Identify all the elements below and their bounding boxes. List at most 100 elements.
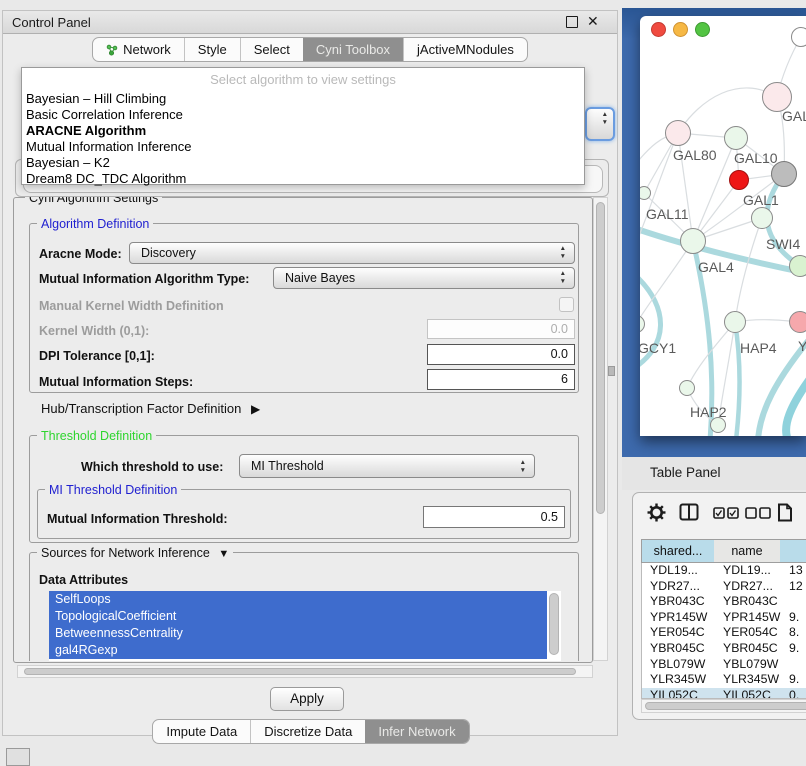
table-cell[interactable]: YPR145W	[642, 610, 716, 626]
network-node-gal1[interactable]	[751, 207, 773, 229]
mi-steps-field[interactable]: 6	[427, 369, 575, 390]
table-cell[interactable]: YER054C	[642, 625, 716, 641]
panel-splitter-handle[interactable]	[608, 366, 615, 376]
table-cell[interactable]: YIL052C	[642, 688, 716, 699]
network-node-hap2[interactable]	[679, 380, 695, 396]
table-cell[interactable]: 0.	[781, 688, 806, 699]
table-cell[interactable]: YDR27...	[715, 579, 782, 595]
network-edges	[640, 16, 806, 436]
mi-threshold-definition-title: MI Threshold Definition	[45, 483, 181, 497]
aracne-mode-combo[interactable]: Discovery ▲▼	[129, 242, 575, 264]
table-cell[interactable]: 9.	[781, 610, 806, 626]
algorithm-option[interactable]: Dream8 DC_TDC Algorithm	[26, 171, 186, 186]
table-cell[interactable]: 9.	[781, 672, 806, 688]
column-header-shared[interactable]: shared...	[641, 539, 715, 563]
network-node-gal4[interactable]	[680, 228, 706, 254]
column-header-3[interactable]	[780, 539, 806, 563]
table-cell[interactable]: YIL052C	[715, 688, 782, 699]
tab-select[interactable]: Select	[240, 38, 303, 61]
mi-threshold-field[interactable]: 0.5	[423, 506, 565, 528]
table-cell[interactable]	[781, 594, 806, 610]
tab-infer-network[interactable]: Infer Network	[365, 720, 468, 743]
table-cell[interactable]: YBL079W	[715, 657, 782, 673]
sources-title: Sources for Network Inference ▼	[37, 546, 233, 560]
settings-vertical-scrollbar[interactable]	[593, 197, 608, 661]
table-cell[interactable]: 9.	[781, 641, 806, 657]
settings-horizontal-scrollbar[interactable]	[17, 665, 593, 678]
mi-algorithm-type-combo[interactable]: Naive Bayes ▲▼	[273, 267, 575, 289]
table-cell[interactable]: YPR145W	[715, 610, 782, 626]
focused-combo-fragment[interactable]: ▲▼	[585, 107, 615, 141]
tab-cyni-toolbox[interactable]: Cyni Toolbox	[303, 38, 403, 61]
manual-kernel-width-checkbox[interactable]	[559, 297, 574, 312]
algorithm-option-selected[interactable]: ARACNE Algorithm	[26, 123, 146, 138]
apply-button[interactable]: Apply	[270, 687, 344, 711]
settings-vscroll-thumb[interactable]	[596, 202, 605, 514]
desktop-background: GAL GAL80 GAL10 GAL11 GAL1 GAL4 SWI4 GCY…	[622, 8, 806, 457]
float-window-icon[interactable]	[566, 16, 578, 28]
node-label: GAL4	[698, 259, 734, 275]
network-node-gal80[interactable]	[665, 120, 691, 146]
gear-icon[interactable]	[647, 503, 666, 522]
node-label: GAL11	[646, 206, 689, 222]
attribute-item[interactable]: BetweennessCentrality	[49, 625, 547, 642]
table-cell[interactable]	[781, 657, 806, 673]
settings-hscroll-thumb[interactable]	[24, 668, 576, 675]
network-node-hap4[interactable]	[724, 311, 746, 333]
spinner-arrows-icon: ▲▼	[520, 459, 526, 475]
tab-style[interactable]: Style	[184, 38, 240, 61]
algorithm-option[interactable]: Bayesian – Hill Climbing	[26, 91, 166, 106]
table-cell[interactable]: YBR043C	[642, 594, 716, 610]
network-node-swi4[interactable]	[789, 255, 806, 277]
node-label: GAL	[782, 108, 806, 124]
attribute-item[interactable]: SelfLoops	[49, 591, 547, 608]
network-node-red[interactable]	[729, 170, 749, 190]
select-all-checkboxes-icon[interactable]	[713, 507, 739, 519]
table-cell[interactable]: 12	[781, 579, 806, 595]
column-header-name[interactable]: name	[714, 539, 781, 563]
expand-right-triangle-icon: ▶	[251, 402, 260, 416]
close-icon[interactable]: ✕	[587, 13, 599, 30]
kernel-width-field[interactable]: 0.0	[427, 319, 575, 339]
algorithm-option[interactable]: Basic Correlation Inference	[26, 107, 183, 122]
network-node[interactable]	[791, 27, 806, 47]
table-cell[interactable]: 13	[781, 563, 806, 579]
data-attributes-label: Data Attributes	[39, 573, 128, 587]
tab-discretize-data[interactable]: Discretize Data	[250, 720, 365, 743]
which-threshold-combo[interactable]: MI Threshold ▲▼	[239, 454, 535, 478]
table-hscroll-thumb[interactable]	[645, 702, 806, 710]
table-cell[interactable]: YBR043C	[715, 594, 782, 610]
network-view-window[interactable]: GAL GAL80 GAL10 GAL11 GAL1 GAL4 SWI4 GCY…	[640, 16, 806, 436]
split-panel-icon[interactable]	[679, 503, 699, 521]
deselect-all-checkboxes-icon[interactable]	[745, 507, 771, 519]
algorithm-option[interactable]: Bayesian – K2	[26, 155, 110, 170]
table-cell[interactable]: YBR045C	[715, 641, 782, 657]
table-cell[interactable]: YLR345W	[642, 672, 716, 688]
hub-definition-toggle[interactable]: Hub/Transcription Factor Definition ▶	[41, 401, 260, 416]
list-scrollbar-thumb[interactable]	[549, 593, 559, 655]
table-cell[interactable]: YER054C	[715, 625, 782, 641]
table-cell[interactable]: YLR345W	[715, 672, 782, 688]
dpi-tolerance-label: DPI Tolerance [0,1]:	[39, 349, 155, 363]
table-cell[interactable]: YDR27...	[642, 579, 716, 595]
table-cell[interactable]: 8.	[781, 625, 806, 641]
attribute-item[interactable]: TopologicalCoefficient	[49, 608, 547, 625]
tab-network[interactable]: Network	[93, 38, 184, 61]
table-cell[interactable]: YDL19...	[642, 563, 716, 579]
table-horizontal-scrollbar[interactable]	[641, 699, 806, 713]
tab-impute-data[interactable]: Impute Data	[153, 720, 250, 743]
collapse-down-triangle-icon[interactable]: ▼	[218, 548, 229, 560]
table-cell[interactable]: YDL19...	[715, 563, 782, 579]
table-cell[interactable]: YBR045C	[642, 641, 716, 657]
node-label: SWI4	[766, 236, 800, 252]
network-node-y[interactable]	[789, 311, 806, 333]
network-node-gal10[interactable]	[724, 126, 748, 150]
algorithm-option[interactable]: Mutual Information Inference	[26, 139, 191, 154]
table-cell[interactable]: YBL079W	[642, 657, 716, 673]
minimized-panel-icon[interactable]	[6, 748, 30, 766]
aracne-mode-label: Aracne Mode:	[39, 247, 122, 261]
dpi-tolerance-field[interactable]: 0.0	[427, 344, 575, 365]
tab-jactivemnodules[interactable]: jActiveMNodules	[403, 38, 527, 61]
document-icon[interactable]	[777, 503, 793, 522]
attribute-item[interactable]: gal4RGexp	[49, 642, 547, 659]
